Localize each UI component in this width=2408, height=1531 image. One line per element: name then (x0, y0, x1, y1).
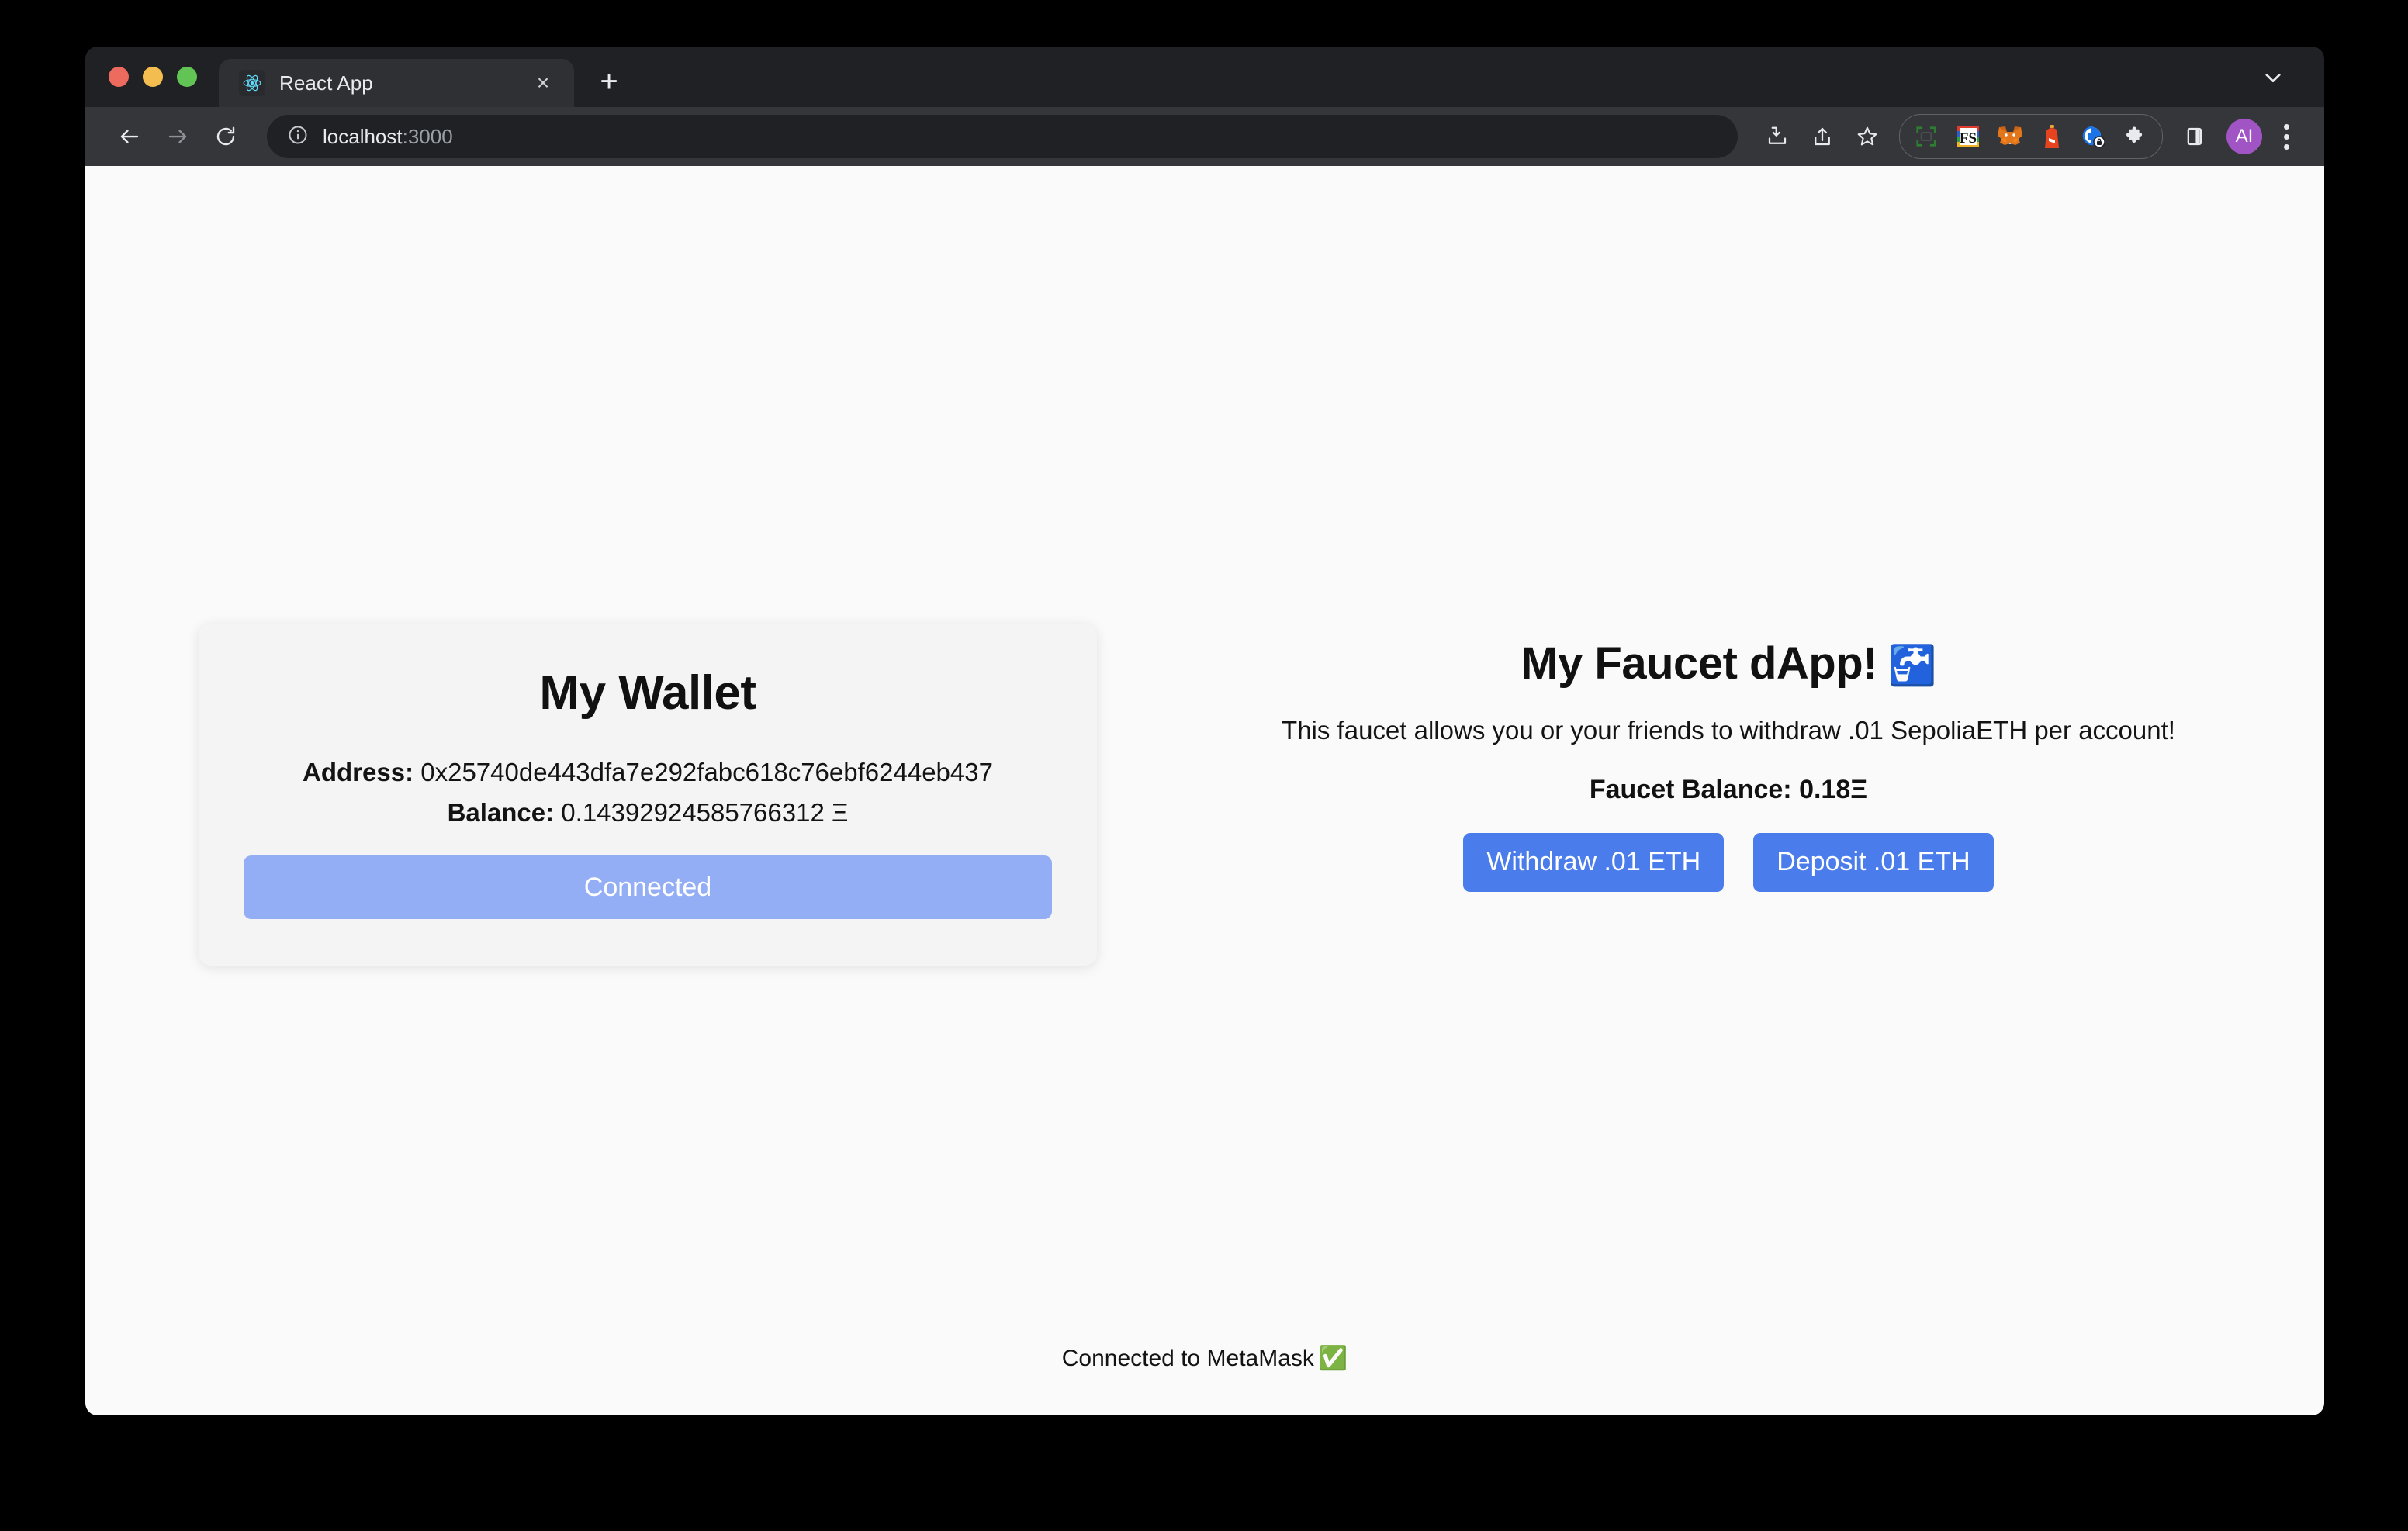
url-port: :3000 (402, 124, 453, 148)
extensions-group: FS (1899, 114, 2163, 159)
install-download-icon[interactable] (1756, 116, 1798, 157)
info-circle-icon[interactable] (287, 124, 309, 150)
three-dot-menu-icon[interactable] (2268, 119, 2304, 154)
faucet-description: This faucet allows you or your friends t… (1282, 716, 2175, 745)
close-window-button[interactable] (109, 67, 129, 87)
extensions-puzzle-icon[interactable] (2117, 118, 2154, 155)
lighthouse-icon[interactable] (2033, 118, 2071, 155)
chevron-down-icon[interactable] (2258, 62, 2289, 93)
withdraw-button[interactable]: Withdraw .01 ETH (1463, 833, 1725, 892)
react-logo-icon (239, 70, 265, 96)
browser-window: React App × + localhost:3000 FS AI My Wa… (85, 47, 2324, 1415)
app-content-row: My Wallet Address: 0x25740de443dfa7e292f… (85, 624, 2324, 966)
faucet-actions: Withdraw .01 ETH Deposit .01 ETH (1187, 833, 2270, 892)
wallet-address-label: Address: (303, 758, 414, 786)
url-text: localhost:3000 (323, 125, 453, 149)
faucet-title-text: My Faucet dApp! (1521, 638, 1877, 689)
wallet-balance-value: 0.14392924585766312 Ξ (561, 798, 849, 827)
new-tab-button[interactable]: + (586, 59, 631, 104)
wallet-card: My Wallet Address: 0x25740de443dfa7e292f… (199, 624, 1097, 966)
forward-arrow-icon[interactable] (157, 116, 199, 157)
profile-avatar[interactable]: AI (2226, 119, 2262, 154)
deposit-button[interactable]: Deposit .01 ETH (1753, 833, 1994, 892)
reload-icon[interactable] (205, 116, 247, 157)
maximize-window-button[interactable] (177, 67, 197, 87)
bookmark-star-icon[interactable] (1846, 116, 1888, 157)
wallet-column: My Wallet Address: 0x25740de443dfa7e292f… (85, 624, 1187, 966)
connection-status: Connected to MetaMask ✅ (85, 1345, 2324, 1372)
window-traffic-lights (109, 67, 197, 107)
wallet-balance-label: Balance: (447, 798, 555, 827)
faucet-title: My Faucet dApp! 🚰 (1187, 638, 2270, 689)
fs-extension-icon[interactable]: FS (1950, 118, 1987, 155)
wallet-title: My Wallet (539, 666, 756, 720)
back-arrow-icon[interactable] (109, 116, 150, 157)
faucet-column: My Faucet dApp! 🚰 This faucet allows you … (1187, 624, 2324, 892)
minimize-window-button[interactable] (143, 67, 163, 87)
wallet-address-value: 0x25740de443dfa7e292fabc618c76ebf6244eb4… (420, 758, 993, 786)
metamask-fox-icon[interactable] (1991, 118, 2029, 155)
side-panel-icon[interactable] (2174, 116, 2216, 157)
address-bar[interactable]: localhost:3000 (267, 115, 1738, 158)
close-tab-button[interactable]: × (529, 69, 557, 97)
privacy-lock-icon[interactable] (2075, 118, 2112, 155)
page-viewport: My Wallet Address: 0x25740de443dfa7e292f… (85, 166, 2324, 1415)
screenshot-capture-icon[interactable] (1908, 118, 1945, 155)
tab-strip: React App × + (85, 47, 2324, 107)
connection-status-text: Connected to MetaMask (1061, 1346, 1314, 1371)
url-host: localhost (323, 124, 403, 148)
connect-wallet-button[interactable]: Connected (244, 855, 1052, 919)
faucet-balance: Faucet Balance: 0.18Ξ (1589, 775, 1868, 804)
wallet-balance-row: Balance: 0.14392924585766312 Ξ (244, 798, 1052, 828)
share-icon[interactable] (1801, 116, 1843, 157)
browser-tab[interactable]: React App × (219, 59, 574, 107)
check-mark-icon: ✅ (1318, 1346, 1348, 1371)
svg-text:FS: FS (1960, 130, 1977, 147)
toolbar-actions: FS AI (1756, 114, 2304, 159)
tab-title: React App (279, 71, 373, 95)
wallet-address-row: Address: 0x25740de443dfa7e292fabc618c76e… (244, 758, 1052, 787)
browser-toolbar: localhost:3000 FS AI (85, 107, 2324, 166)
faucet-emoji-icon: 🚰 (1887, 644, 1936, 687)
